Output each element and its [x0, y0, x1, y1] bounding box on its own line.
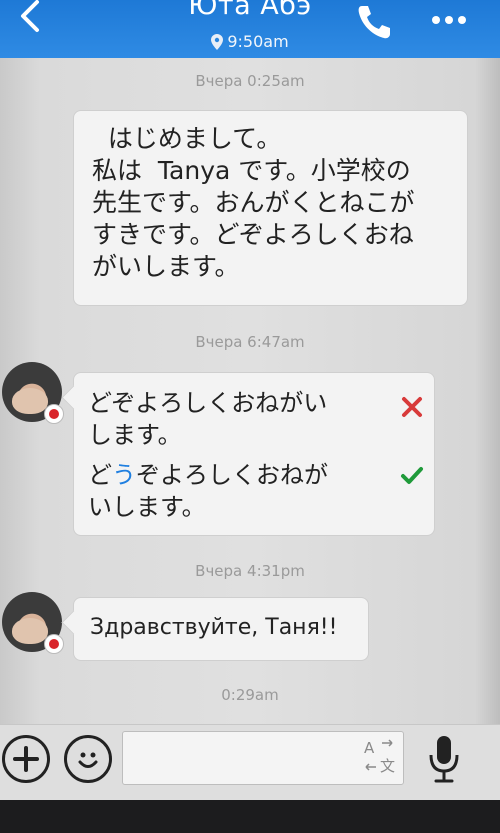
flag-badge-icon	[44, 634, 64, 654]
more-options-button[interactable]	[432, 10, 476, 30]
smiley-icon	[78, 752, 98, 768]
contact-local-time: 9:50am	[0, 32, 500, 51]
checkmark-icon	[401, 467, 423, 484]
message-line: します。	[88, 421, 182, 449]
corrected-text: ど	[88, 461, 112, 489]
corrected-sentence: どうぞよろしくおねが いします。	[88, 459, 388, 523]
message-line: 先生です。おんがくとねこが	[92, 188, 415, 217]
chat-header: Юта Абэ 9:50am	[0, 0, 500, 58]
chat-screen: Юта Абэ 9:50am Вчера 0:25am はじめまして。 私は T…	[0, 0, 500, 800]
timestamp: Вчера 6:47am	[195, 333, 305, 351]
message-text: Здравствуйте, Таня!!	[90, 615, 338, 640]
message-line: いします。	[88, 493, 206, 521]
translate-icon: A 文	[364, 739, 395, 775]
voice-message-button[interactable]	[424, 733, 464, 785]
incoming-message[interactable]: Здравствуйте, Таня!!	[73, 597, 369, 661]
cross-icon	[402, 397, 422, 417]
location-pin-icon	[211, 33, 224, 50]
message-line: どぞよろしくおねがい	[88, 389, 328, 417]
original-sentence: どぞよろしくおねがい します。	[88, 387, 388, 451]
more-dot-icon	[458, 16, 466, 24]
svg-text:A: A	[364, 739, 375, 757]
contact-avatar[interactable]	[2, 362, 64, 424]
contact-name: Юта Абэ	[188, 0, 312, 21]
emoji-button[interactable]	[64, 735, 112, 783]
phone-icon	[358, 6, 390, 39]
corrected-text: ぞよろしくおねが	[136, 461, 328, 489]
outgoing-message[interactable]: はじめまして。 私は Tanya です。小学校の 先生です。おんがくとねこが す…	[73, 110, 468, 306]
call-button[interactable]	[354, 2, 394, 42]
flag-badge-icon	[44, 404, 64, 424]
timestamp: 0:29am	[221, 686, 279, 704]
local-time-label: 9:50am	[227, 32, 289, 51]
timestamp: Вчера 0:25am	[195, 72, 305, 90]
message-line: がいします。	[92, 252, 240, 281]
microphone-icon	[429, 736, 459, 783]
svg-text:文: 文	[380, 757, 395, 775]
message-line: 私は Tanya です。小学校の	[92, 156, 411, 185]
more-dot-icon	[445, 16, 453, 24]
timestamp: Вчера 4:31pm	[195, 562, 305, 580]
contact-avatar[interactable]	[2, 592, 64, 654]
more-dot-icon	[432, 16, 440, 24]
add-attachment-button[interactable]	[2, 735, 50, 783]
inserted-char: う	[112, 461, 136, 489]
message-line: すきです。どぞよろしくおね	[92, 220, 414, 249]
plus-icon	[13, 746, 39, 772]
translate-button[interactable]: A 文	[360, 737, 400, 777]
correction-message[interactable]: どぞよろしくおねがい します。 どうぞよろしくおねが いします。	[73, 372, 435, 536]
message-line: はじめまして。	[92, 124, 282, 153]
composer-bar: A 文	[0, 724, 500, 800]
